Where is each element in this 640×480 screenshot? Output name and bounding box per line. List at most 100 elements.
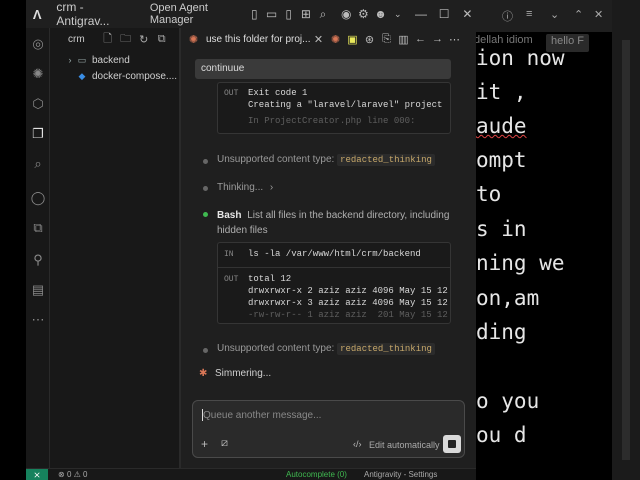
collapse-all-icon[interactable]: ⧉ [153, 30, 171, 48]
openai-icon[interactable]: ⊛ [361, 30, 378, 48]
more-icon[interactable]: ⋯ [446, 30, 463, 48]
redacted-thinking-chip: redacted_thinking [337, 154, 435, 166]
layout-icon[interactable]: ⊞ [297, 4, 314, 24]
explorer-header: crm 🗋 🗀 ↻ ⧉ [50, 28, 180, 50]
toggle-secondary-sidebar-icon[interactable]: ▯ [280, 4, 297, 24]
chevron-up-icon[interactable]: ⌃ [574, 8, 583, 21]
sparkle-icon[interactable]: ✺ [28, 64, 48, 84]
box-icon[interactable]: ⬡ [28, 94, 48, 114]
divider [218, 267, 450, 268]
output-line: Exit code 1 [248, 88, 308, 98]
close-window-icon[interactable]: ✕ [459, 4, 476, 24]
unsupported-text: Unsupported content type: [217, 154, 335, 165]
output-line: drwxrwxr-x 3 aziz aziz 4096 May 15 12:39… [248, 298, 448, 308]
redacted-thinking-chip: redacted_thinking [337, 343, 435, 355]
explorer-sidebar: crm 🗋 🗀 ↻ ⧉ › ▭ backend ◆ docker-compose… [50, 28, 180, 468]
workspace-name: crm [68, 33, 85, 45]
editor-line: ou d [476, 423, 527, 447]
tree-item-backend[interactable]: › ▭ backend [64, 52, 130, 68]
new-folder-icon[interactable]: 🗀 [117, 30, 135, 48]
editor-line: on,am [476, 286, 540, 310]
out-label: OUT [224, 89, 239, 98]
split-editor-icon[interactable]: ⎘ [378, 30, 395, 48]
problems-indicator[interactable]: ⊗ 0 ⚠ 0 [58, 469, 87, 480]
chevron-down-icon[interactable]: ⌄ [550, 8, 559, 21]
close-icon[interactable]: ✕ [594, 8, 603, 21]
status-dot [203, 159, 208, 164]
thinking-label: Thinking... [217, 182, 264, 193]
output-line: Creating a "laravel/laravel" project at … [248, 100, 448, 110]
tree-item-label: backend [92, 54, 130, 66]
tree-item-label: docker-compose.... [92, 70, 178, 82]
explorer-icon[interactable]: ❐ [28, 124, 48, 144]
close-tab-icon[interactable]: ✕ [310, 30, 327, 48]
claude-icon[interactable]: ✺ [327, 30, 344, 48]
editor-line-misspelled: aude [476, 114, 527, 138]
plus-icon[interactable]: + [201, 437, 208, 451]
tree-item-docker-compose[interactable]: ◆ docker-compose.... [76, 68, 178, 84]
settings-status[interactable]: Antigravity - Settings [364, 469, 437, 480]
editor-line: ning we [476, 251, 565, 275]
editor-line: ion now [476, 46, 565, 70]
stop-button[interactable] [443, 435, 461, 453]
kangaroo-icon[interactable]: ⚲ [28, 250, 48, 270]
scrollbar-thumb[interactable] [622, 40, 630, 460]
thinking-toggle[interactable]: Thinking... › [217, 182, 273, 193]
extensions-icon[interactable]: ⧉ [28, 218, 48, 238]
book-icon[interactable]: ▤ [28, 280, 48, 300]
yaml-icon[interactable]: ▣ [344, 30, 361, 48]
arrow-right-icon[interactable]: → [429, 30, 446, 48]
github-icon[interactable]: ◯ [28, 188, 48, 208]
new-file-icon[interactable]: 🗋 [99, 30, 117, 48]
success-dot [203, 212, 208, 217]
antigravity-logo-icon[interactable]: Ʌ [26, 0, 48, 28]
autocomplete-status[interactable]: Autocomplete (0) [286, 469, 347, 480]
maximize-icon[interactable]: ☐ [436, 4, 453, 24]
tool-output-card: OUT Exit code 1 Creating a "laravel/lara… [217, 82, 451, 134]
edit-mode-toggle[interactable]: Edit automatically [369, 440, 440, 450]
agent-icon[interactable]: ◎ [28, 34, 48, 54]
minimize-icon[interactable]: — [412, 4, 429, 24]
columns-icon[interactable]: ▥ [395, 30, 412, 48]
spinner-icon: ✱ [199, 368, 208, 379]
search-icon[interactable]: ⌕ [314, 4, 331, 24]
account-icon[interactable]: ☻ [372, 4, 389, 24]
search-icon[interactable]: ⌕ [28, 154, 48, 174]
more-icon[interactable]: ⋯ [28, 310, 48, 330]
chevron-right-icon: › [68, 55, 72, 65]
command-line: ls -la /var/www/html/crm/backend [248, 249, 421, 259]
unsupported-text: Unsupported content type: [217, 343, 335, 354]
editor-line: ding [476, 320, 527, 344]
activity-bar: ◎ ✺ ⬡ ❐ ⌕ ◯ ⧉ ⚲ ▤ ⋯ [26, 28, 50, 468]
info-icon[interactable]: ⓘ [502, 8, 513, 24]
toggle-panel-icon[interactable]: ▭ [263, 4, 280, 24]
arrow-left-icon[interactable]: ← [412, 30, 429, 48]
menu-icon[interactable]: ≡ [526, 8, 532, 20]
unsupported-content-line: Unsupported content type: redacted_think… [217, 154, 435, 166]
output-line: total 12 [248, 274, 292, 284]
editor-toolbar: ⓘ ≡ ⌄ ⌃ ✕ [476, 0, 612, 32]
chrome-icon[interactable]: ◉ [338, 4, 355, 24]
bash-label: Bash [217, 210, 242, 221]
agent-tab-title[interactable]: use this folder for proj... [206, 34, 310, 45]
refresh-icon[interactable]: ↻ [135, 30, 153, 48]
message-composer[interactable]: Queue another message... + ⧄ ‹/› Edit au… [192, 400, 465, 458]
text-editor[interactable]: dellah idiom hello F ion now it , aude o… [476, 32, 612, 480]
settings-gear-icon[interactable]: ⚙ [355, 4, 372, 24]
output-line: In ProjectCreator.php line 000: [248, 116, 416, 126]
remote-icon[interactable]: ⨯ [26, 469, 48, 480]
toggle-sidebar-icon[interactable]: ▯ [246, 4, 263, 24]
chevron-down-icon[interactable]: ⌄ [389, 4, 406, 24]
folder-icon: ▭ [77, 54, 87, 65]
scrollbar-track[interactable] [612, 0, 640, 480]
bash-tool-header[interactable]: Bash List all files in the backend direc… [217, 208, 453, 238]
editor-line: o you [476, 389, 540, 413]
stop-icon [448, 440, 456, 448]
slash-command-icon[interactable]: ⧄ [221, 437, 228, 450]
editor-line: ompt [476, 148, 527, 172]
agent-panel: ✺ use this folder for proj... ✕ ✺ ▣ ⊛ ⎘ … [180, 28, 477, 468]
open-agent-manager-button[interactable]: Open Agent Manager [150, 2, 240, 26]
message-input[interactable]: Queue another message... [203, 410, 321, 421]
window-title: crm - Antigrav... [56, 0, 110, 28]
user-message: continuue [195, 59, 451, 79]
